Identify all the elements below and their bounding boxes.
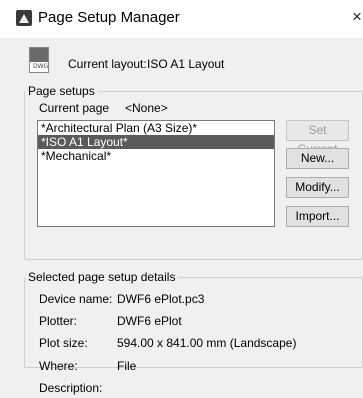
page-setup-item-mechanical[interactable]: *Mechanical* — [38, 149, 274, 163]
details-legend: Selected page setup details — [28, 270, 176, 284]
page-setups-legend: Page setups — [28, 84, 95, 98]
current-page-label: Current page — [39, 101, 110, 115]
dwg-file-icon: DWG — [29, 47, 49, 73]
page-setup-item-architectural[interactable]: *Architectural Plan (A3 Size)* — [38, 121, 274, 135]
where-value: File — [117, 359, 137, 373]
current-layout-value: ISO A1 Layout — [147, 57, 225, 71]
plot-size-label: Plot size: — [39, 336, 88, 350]
device-name-value: DWF6 ePlot.pc3 — [117, 292, 205, 306]
import-button[interactable]: Import... — [286, 206, 349, 227]
page-setups-list[interactable]: *Architectural Plan (A3 Size)* *ISO A1 L… — [37, 120, 275, 227]
new-button[interactable]: New... — [286, 148, 349, 169]
current-page-value: <None> — [125, 101, 168, 115]
app-icon — [16, 10, 32, 26]
device-name-label: Device name: — [39, 292, 113, 306]
plot-size-value: 594.00 x 841.00 mm (Landscape) — [117, 336, 297, 350]
current-layout-label: Current layout: — [68, 57, 147, 71]
modify-button[interactable]: Modify... — [286, 177, 349, 198]
plotter-label: Plotter: — [39, 314, 78, 328]
title-bar: Page Setup Manager × — [0, 0, 363, 38]
close-icon[interactable]: × — [352, 7, 362, 27]
plotter-value: DWF6 ePlot — [117, 314, 182, 328]
description-label: Description: — [39, 381, 103, 395]
where-label: Where: — [39, 359, 78, 373]
set-current-button[interactable]: Set Current — [286, 120, 349, 156]
dwg-icon-label: DWG — [33, 63, 49, 70]
page-setup-item-iso-a1[interactable]: *ISO A1 Layout* — [38, 135, 274, 149]
window-title: Page Setup Manager — [38, 9, 180, 26]
